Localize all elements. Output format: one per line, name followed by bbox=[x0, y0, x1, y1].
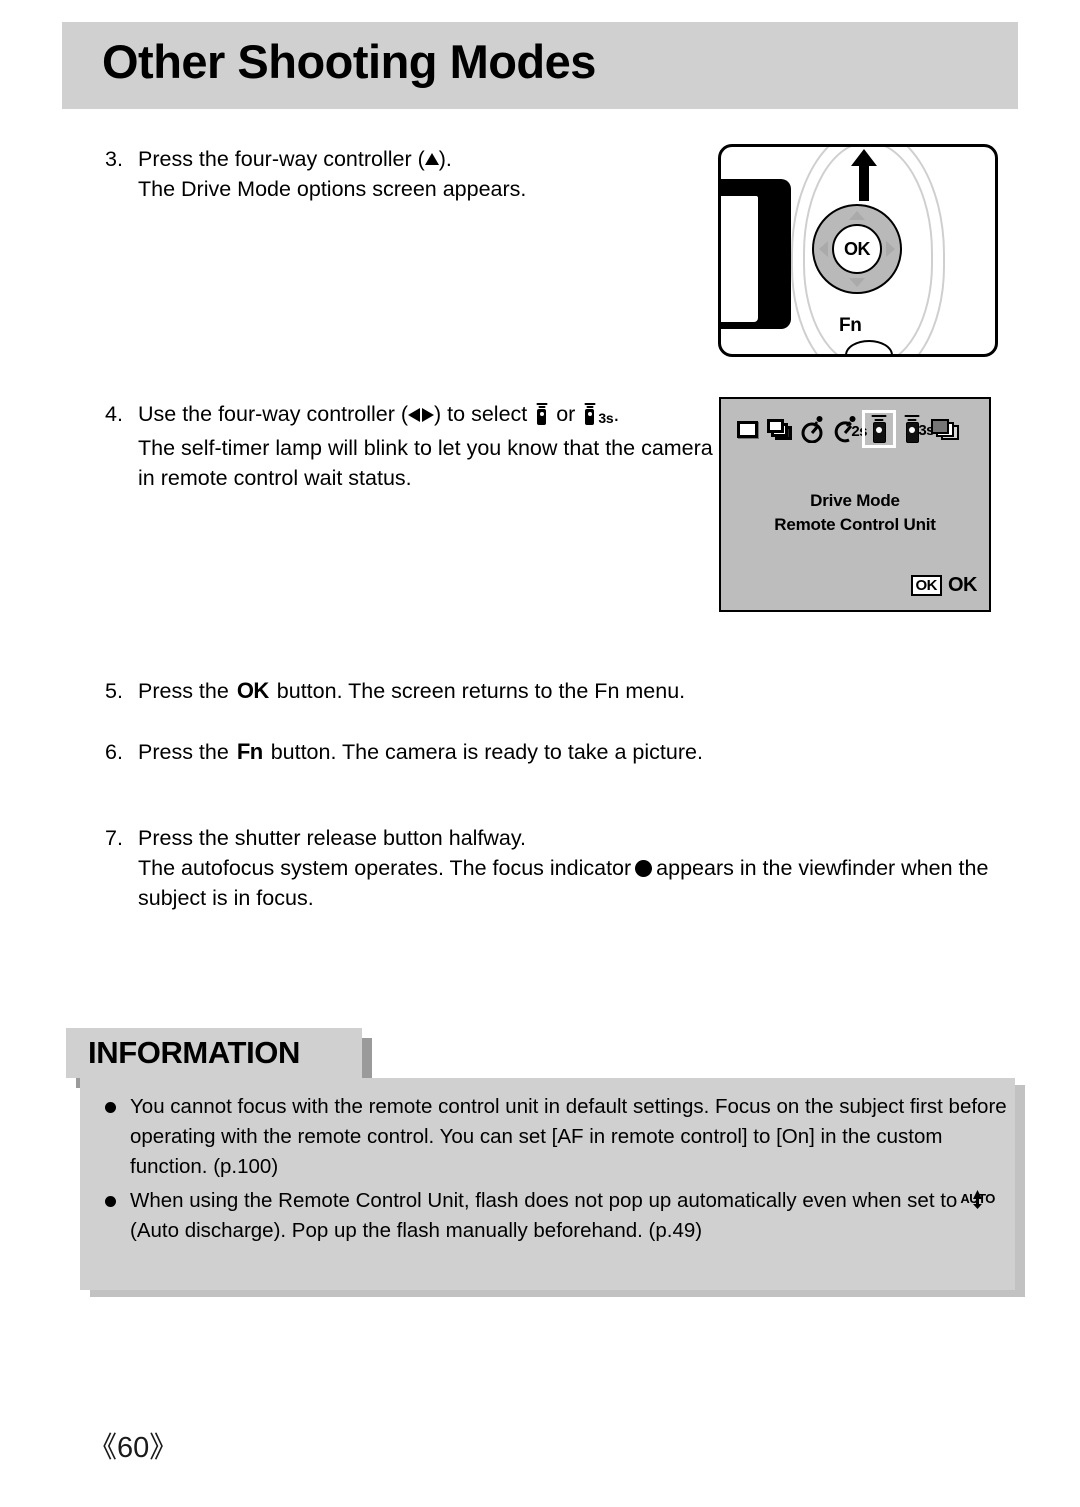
lcd-title-line-1: Drive Mode bbox=[810, 491, 900, 510]
remote-control-3s-icon-inline bbox=[583, 403, 596, 425]
information-item-2: When using the Remote Control Unit, flas… bbox=[102, 1186, 1005, 1246]
step-4-line-2: The self-timer lamp will blink to let yo… bbox=[138, 436, 735, 460]
lcd-ok-indicator[interactable]: OK OK bbox=[910, 574, 978, 597]
drive-mode-self-timer[interactable] bbox=[798, 412, 828, 446]
single-frame-icon bbox=[736, 420, 758, 438]
page-number: 《60》 bbox=[88, 1432, 179, 1464]
step-5-post: button. The screen returns to the Fn men… bbox=[276, 679, 686, 703]
fn-button-label: Fn bbox=[839, 315, 862, 336]
triangle-up-icon bbox=[424, 153, 439, 165]
continuous-shooting-icon bbox=[767, 418, 793, 440]
lcd-title-line-2: Remote Control Unit bbox=[774, 515, 936, 534]
information-body: You cannot focus with the remote control… bbox=[80, 1078, 1015, 1290]
step-3-line-2: The Drive Mode options screen appears. bbox=[138, 177, 527, 201]
ok-button-label: OK bbox=[844, 238, 871, 259]
bullet-icon bbox=[105, 1102, 116, 1113]
remote-3s-sublabel: 3s bbox=[598, 410, 614, 426]
dpad-left-arrow-icon[interactable] bbox=[819, 241, 828, 257]
fn-button-glyph: Fn bbox=[236, 739, 263, 764]
step-3-line-1-post: ). bbox=[438, 147, 452, 171]
step-7: 7. Press the shutter release button half… bbox=[105, 823, 988, 913]
step-5: 5. Press the OK button. The screen retur… bbox=[105, 676, 685, 706]
step-4-line-3: in remote control wait status. bbox=[138, 466, 412, 490]
lcd-ok-box-icon: OK bbox=[910, 575, 942, 596]
dpad-up-arrow-icon[interactable] bbox=[849, 211, 865, 220]
step-4-line-1-mid: ) to select bbox=[434, 402, 528, 426]
information-item-1-line-3: function. (p.100) bbox=[130, 1155, 279, 1178]
press-up-arrow-icon bbox=[851, 149, 877, 201]
remote-control-icon-inline bbox=[535, 403, 548, 425]
drive-mode-icon-row: 2s 3s bbox=[732, 410, 960, 448]
step-3-number: 3. bbox=[105, 147, 123, 171]
step-4-line-1: Use the four-way controller ( ) to select… bbox=[138, 399, 734, 433]
ok-button[interactable]: OK bbox=[832, 224, 882, 274]
step-6-line-1: Press the Fn button. The camera is ready… bbox=[138, 737, 703, 767]
information-header: INFORMATION bbox=[66, 1028, 362, 1078]
camera-lcd-frame bbox=[721, 179, 791, 329]
drive-mode-self-timer-2s[interactable]: 2s bbox=[831, 412, 867, 446]
drive-mode-bracketing[interactable] bbox=[930, 412, 960, 446]
step-7-line-2-post: appears in the viewfinder when the bbox=[656, 856, 989, 880]
step-7-number: 7. bbox=[105, 826, 123, 850]
information-item-2-line-1-text: When using the Remote Control Unit, flas… bbox=[130, 1189, 958, 1212]
ok-button-glyph: OK bbox=[236, 678, 270, 703]
step-5-line-1: Press the OK button. The screen returns … bbox=[138, 676, 685, 706]
step-6-pre: Press the bbox=[138, 740, 229, 764]
step-5-pre: Press the bbox=[138, 679, 229, 703]
step-3-line-1-pre: Press the four-way controller ( bbox=[138, 147, 425, 171]
lcd-drive-mode-screen: 2s 3s Drive Mode Remote Control Unit OK … bbox=[719, 397, 991, 612]
step-7-line-2: The autofocus system operates. The focus… bbox=[138, 853, 988, 883]
step-4-line-1-or: or bbox=[556, 402, 576, 426]
information-item-1-line-2: operating with the remote control. You c… bbox=[130, 1125, 943, 1148]
information-item-2-line-2: (Auto discharge). Pop up the flash manua… bbox=[130, 1219, 703, 1242]
information-item-1: You cannot focus with the remote control… bbox=[102, 1092, 1007, 1182]
dpad-right-arrow-icon[interactable] bbox=[886, 241, 895, 257]
triangle-left-icon bbox=[408, 408, 421, 422]
step-4-number: 4. bbox=[105, 402, 123, 426]
camera-back-illustration: OK Fn bbox=[718, 144, 998, 357]
self-timer-icon bbox=[800, 415, 826, 444]
step-3-line-1: Press the four-way controller (). bbox=[138, 144, 526, 174]
exposure-bracketing-icon bbox=[931, 418, 959, 440]
bullet-icon bbox=[105, 1196, 116, 1207]
step-6-post: button. The camera is ready to take a pi… bbox=[270, 740, 703, 764]
auto-flash-icon: AUTO bbox=[960, 1190, 995, 1209]
step-3: 3. Press the four-way controller (). The… bbox=[105, 144, 526, 204]
drive-mode-continuous[interactable] bbox=[765, 412, 795, 446]
drive-mode-remote-control-3s[interactable]: 3s bbox=[897, 412, 934, 446]
information-heading: INFORMATION bbox=[88, 1035, 300, 1070]
remote-control-icon bbox=[871, 415, 888, 443]
step-4-line-1-pre: Use the four-way controller ( bbox=[138, 402, 409, 426]
step-6-number: 6. bbox=[105, 740, 123, 764]
focus-dot-icon bbox=[635, 860, 653, 877]
lcd-ok-text: OK bbox=[948, 574, 978, 596]
information-item-2-line-1: When using the Remote Control Unit, flas… bbox=[130, 1186, 1005, 1216]
dpad-down-arrow-icon[interactable] bbox=[849, 278, 865, 287]
step-4-line-1-end: . bbox=[613, 402, 620, 426]
information-item-1-line-1: You cannot focus with the remote control… bbox=[130, 1095, 1007, 1118]
drive-mode-remote-control[interactable] bbox=[862, 410, 896, 448]
triangle-right-icon bbox=[422, 408, 435, 422]
step-4: 4. Use the four-way controller ( ) to sel… bbox=[105, 399, 734, 493]
step-7-line-1: Press the shutter release button halfway… bbox=[138, 826, 527, 850]
information-list: You cannot focus with the remote control… bbox=[102, 1092, 1007, 1250]
step-7-line-3: subject is in focus. bbox=[138, 886, 314, 910]
step-5-number: 5. bbox=[105, 679, 123, 703]
four-way-controller[interactable]: OK bbox=[812, 204, 902, 294]
lcd-title-block: Drive Mode Remote Control Unit bbox=[721, 489, 989, 537]
step-7-line-2-pre: The autofocus system operates. The focus… bbox=[138, 856, 632, 880]
drive-mode-single-frame[interactable] bbox=[732, 412, 762, 446]
step-6: 6. Press the Fn button. The camera is re… bbox=[105, 737, 703, 767]
page-title: Other Shooting Modes bbox=[102, 35, 596, 88]
